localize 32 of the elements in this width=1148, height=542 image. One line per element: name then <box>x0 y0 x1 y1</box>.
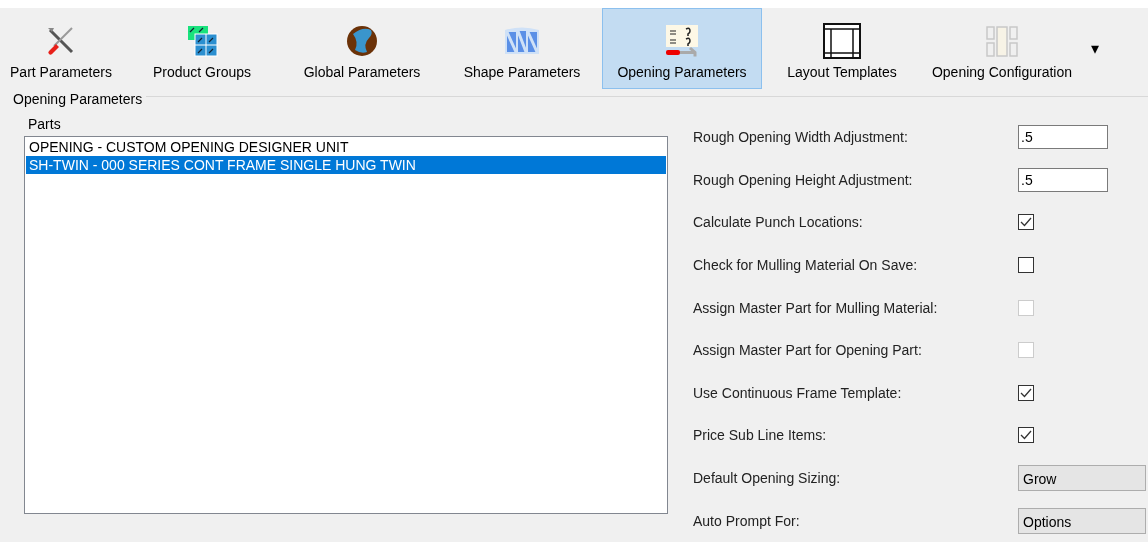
setting-label: Rough Opening Height Adjustment: <box>693 171 914 188</box>
input-field[interactable]: .5 <box>1018 125 1108 150</box>
toolbar-tab[interactable]: Shape Parameters <box>442 8 602 89</box>
setting-label: Default Opening Sizing: <box>693 470 842 487</box>
setting-label: Use Continuous Frame Template: <box>693 384 903 401</box>
toolbar-tab[interactable]: Product Groups <box>122 8 282 89</box>
input-field[interactable]: .5 <box>1018 167 1108 192</box>
setting-label: Rough Opening Width Adjustment: <box>693 129 909 146</box>
toolbar-tab[interactable]: Layout Templates <box>762 8 922 89</box>
layout-icon <box>822 22 862 60</box>
setting-label: Check for Mulling Material On Save: <box>693 257 919 274</box>
parts-label: Parts <box>27 115 62 133</box>
dropdown[interactable]: Grow <box>1018 465 1146 492</box>
toolbar-tab[interactable]: Opening Parameters <box>602 8 762 89</box>
setting-label: Assign Master Part for Mulling Material: <box>693 299 939 316</box>
list-item[interactable]: OPENING - CUSTOM OPENING DESIGNER UNIT <box>26 138 666 156</box>
list-item[interactable]: SH-TWIN - 000 SERIES CONT FRAME SINGLE HUNG TWIN <box>26 156 666 174</box>
toolbar-tab[interactable]: Part Parameters <box>0 8 122 89</box>
checkbox[interactable] <box>1018 427 1034 444</box>
checkbox[interactable] <box>1018 384 1034 401</box>
dropdown[interactable]: Options <box>1018 507 1146 534</box>
setting-label: Auto Prompt For: <box>693 512 801 529</box>
group-title: Opening Parameters <box>13 91 144 107</box>
toolbar-tab[interactable]: Opening Configuration <box>922 8 1082 89</box>
parts-list[interactable]: OPENING - CUSTOM OPENING DESIGNER UNIT SH-TWIN - 000 SERIES CONT FRAME SINGLE HUNG TWIN <box>24 136 668 514</box>
setting-label: Price Sub Line Items: <box>693 427 828 444</box>
setting-label: Assign Master Part for Opening Part: <box>693 342 923 359</box>
checkbox[interactable] <box>1018 257 1034 274</box>
toolbar-tab[interactable]: Global Parameters <box>282 8 442 89</box>
setting-label: Calculate Punch Locations: <box>693 214 864 231</box>
overflow-button[interactable]: ▾ <box>1088 39 1103 58</box>
checkbox[interactable] <box>1018 214 1034 231</box>
